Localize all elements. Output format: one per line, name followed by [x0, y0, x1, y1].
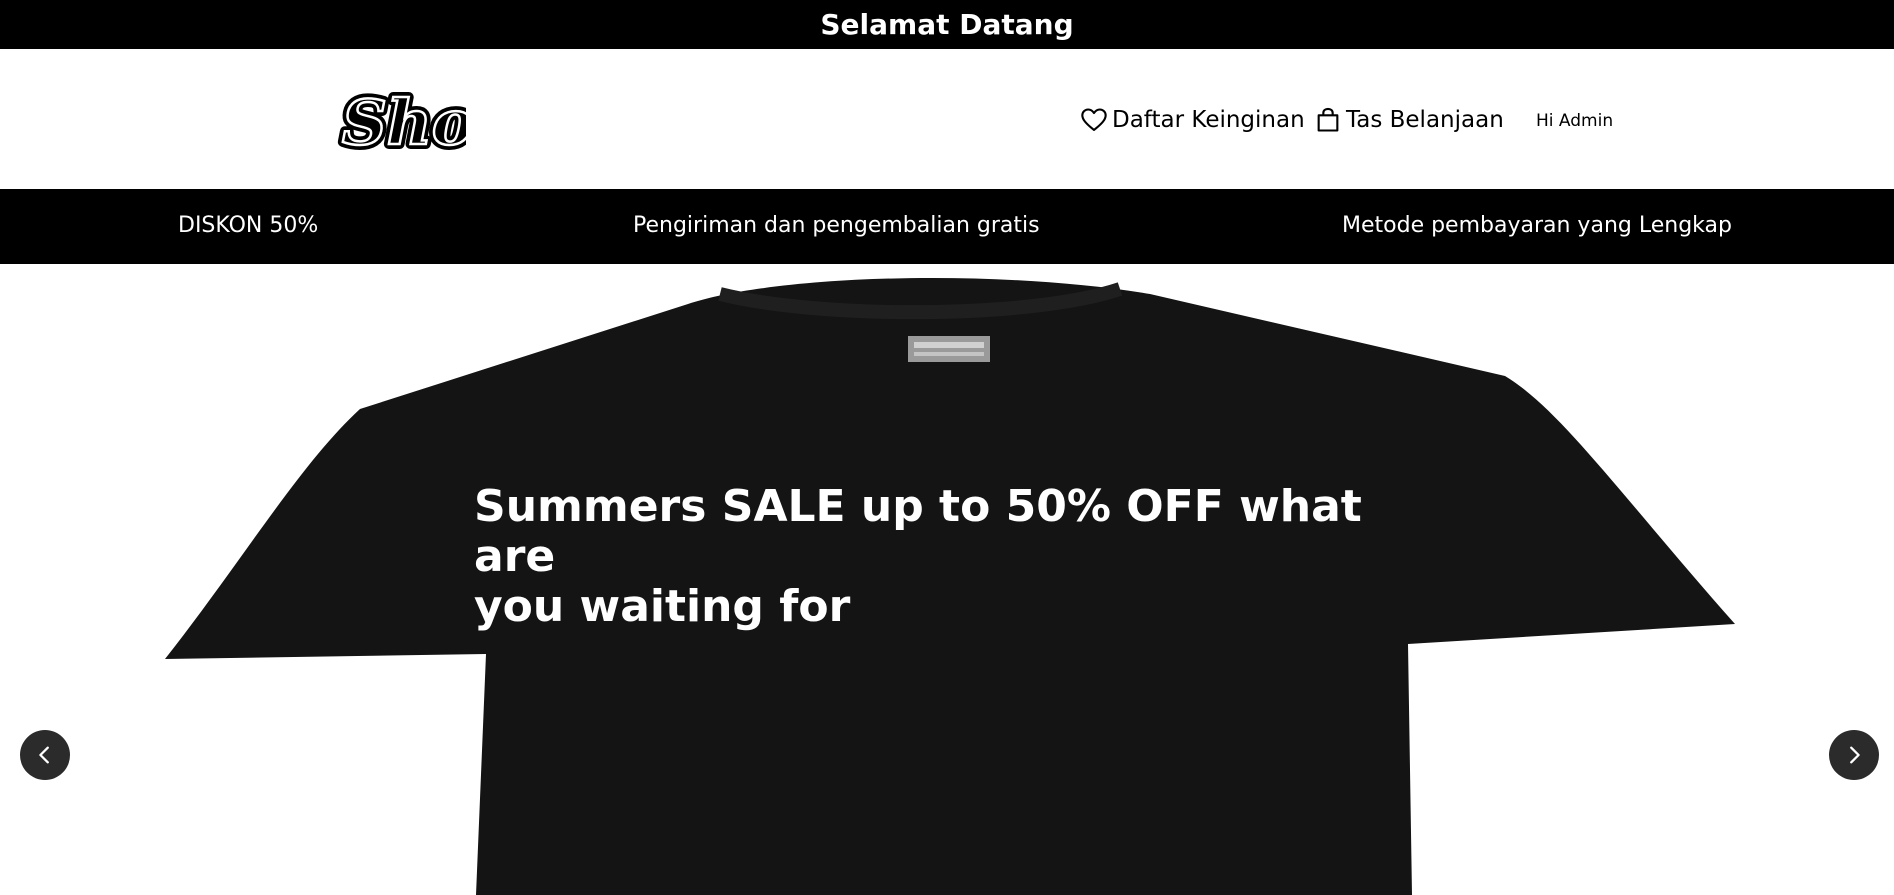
carousel-prev-button[interactable]: [20, 730, 70, 780]
welcome-bar: Selamat Datang: [0, 0, 1894, 49]
carousel-next-button[interactable]: [1829, 730, 1879, 780]
wishlist-label: Daftar Keinginan: [1112, 107, 1305, 133]
site-header: Shop Shop Daftar Keinginan Tas Belanjaan…: [0, 49, 1894, 189]
shop-logo[interactable]: Shop Shop: [336, 74, 522, 164]
promo-discount: DISKON 50%: [178, 213, 319, 238]
hero-title-line-2: you waiting for: [474, 581, 851, 632]
promo-payment-methods: Metode pembayaran yang Lengkap: [1342, 213, 1732, 238]
chevron-left-icon: [39, 746, 49, 764]
svg-text:Shop: Shop: [342, 86, 466, 159]
shopping-bag-label: Tas Belanjaan: [1346, 107, 1504, 133]
shopping-bag-icon: [1317, 107, 1339, 132]
promo-free-shipping: Pengiriman dan pengembalian gratis: [633, 213, 1040, 238]
hero-carousel: Summers SALE up to 50% OFF what are you …: [0, 264, 1894, 895]
shop-logo-image: Shop Shop: [337, 81, 522, 164]
hero-title: Summers SALE up to 50% OFF what are you …: [474, 482, 1374, 632]
user-greeting[interactable]: Hi Admin: [1536, 111, 1613, 131]
wishlist-link[interactable]: Daftar Keinginan: [1080, 106, 1305, 134]
chevron-right-icon: [1850, 746, 1860, 764]
hero-title-line-1: Summers SALE up to 50% OFF what are: [474, 481, 1362, 582]
welcome-text: Selamat Datang: [820, 8, 1074, 41]
shopping-bag-link[interactable]: Tas Belanjaan: [1314, 106, 1504, 134]
promo-bar: DISKON 50% Pengiriman dan pengembalian g…: [0, 189, 1894, 264]
heart-icon: [1081, 108, 1107, 131]
